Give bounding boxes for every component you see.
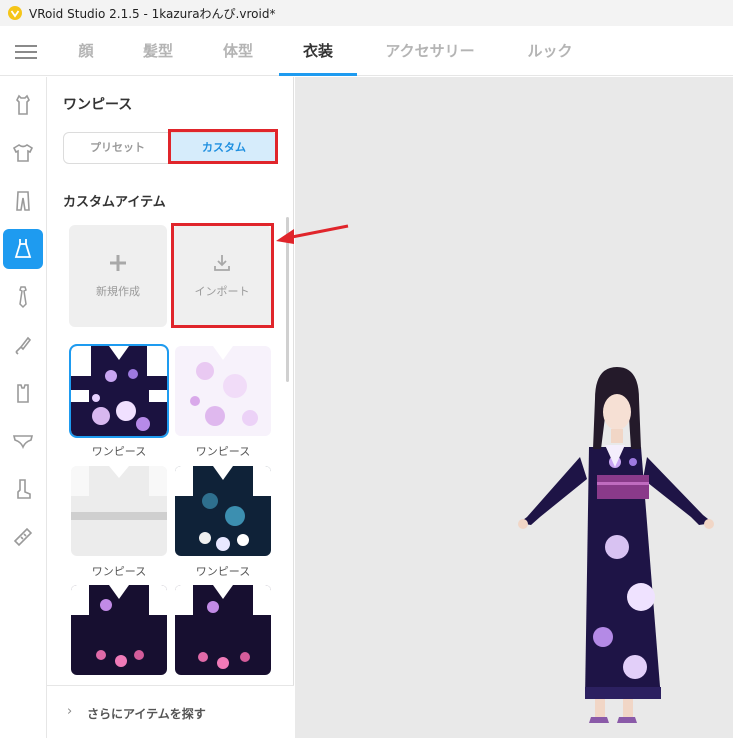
tab-look[interactable]: ルック [512,26,588,76]
import-button-highlight [171,223,274,328]
tab-hairstyle[interactable]: 髪型 [128,26,188,76]
plus-icon [110,255,126,271]
item-thumbnail[interactable] [175,585,271,675]
item-thumbnail[interactable] [175,346,271,436]
red-arrow-icon [276,224,349,244]
item-label: ワンピース [91,565,147,578]
chevron-right-icon: › [67,704,73,719]
find-more-items-button[interactable]: › さらにアイテムを探す [47,685,294,738]
kimono-white-gray-swatch [71,466,167,556]
category-shoes[interactable] [3,469,43,509]
top-navigation: 顔 髪型 体型 衣装 アクセサリー ルック [0,26,733,76]
tab-accessory[interactable]: アクセサリー [372,26,488,76]
kimono-white-pink-swatch [175,346,271,436]
boot-icon [17,479,31,499]
category-bottoms[interactable] [3,181,43,221]
title-bar: VRoid Studio 2.1.5 - 1kazuraわんぴ.vroid* [0,0,733,26]
item-label: ワンピース [195,565,251,578]
category-necktie[interactable] [3,277,43,317]
kimono-navy-pink-swatch [175,585,271,675]
accessory-icon [13,527,33,547]
legwear-icon [17,384,29,403]
inner-shirt-icon [16,94,30,115]
category-gloves[interactable] [3,325,43,365]
category-legwear[interactable] [3,373,43,413]
section-label: カスタムアイテム [63,195,166,210]
item-thumbnail[interactable] [71,585,167,675]
category-underwear[interactable] [3,421,43,461]
avatar-viewport[interactable] [295,77,733,738]
item-label: ワンピース [91,445,147,458]
item-label: ワンピース [195,445,251,458]
tab-outfit[interactable]: 衣装 [279,26,357,76]
custom-tab-highlight [168,129,278,164]
vroid-logo-icon [8,6,22,20]
category-inner-shirt[interactable] [3,85,43,125]
category-onepiece[interactable] [3,229,43,269]
new-item-button[interactable]: 新規作成 [69,225,167,327]
find-more-label: さらにアイテムを探す [87,707,206,721]
tab-body[interactable]: 体型 [208,26,268,76]
glove-icon [15,336,32,355]
new-item-label: 新規作成 [96,285,140,298]
necktie-icon [19,286,27,309]
item-thumbnail[interactable] [71,466,167,556]
onepiece-dress-icon [14,239,32,258]
hamburger-menu-icon[interactable] [13,41,39,61]
window-title: VRoid Studio 2.1.5 - 1kazuraわんぴ.vroid* [29,6,276,21]
tab-face[interactable]: 顔 [60,26,112,76]
category-sidebar [0,77,47,738]
kimono-teal-floral-swatch [175,466,271,556]
preset-tab[interactable]: プリセット [64,133,171,163]
item-thumbnail[interactable] [175,466,271,556]
tshirt-icon [12,144,34,162]
item-thumbnail[interactable] [69,344,169,438]
pants-icon [16,191,30,211]
underwear-icon [12,435,34,450]
category-accessory[interactable] [3,517,43,557]
panel-title: ワンピース [63,97,133,113]
avatar-model [518,367,714,723]
kimono-navy-pink-swatch [71,585,167,675]
kimono-navy-floral-swatch [71,346,167,436]
item-panel: ワンピース プリセット カスタム カスタムアイテム 新規作成 インポート ワンピ… [47,77,294,738]
category-tops[interactable] [3,133,43,173]
